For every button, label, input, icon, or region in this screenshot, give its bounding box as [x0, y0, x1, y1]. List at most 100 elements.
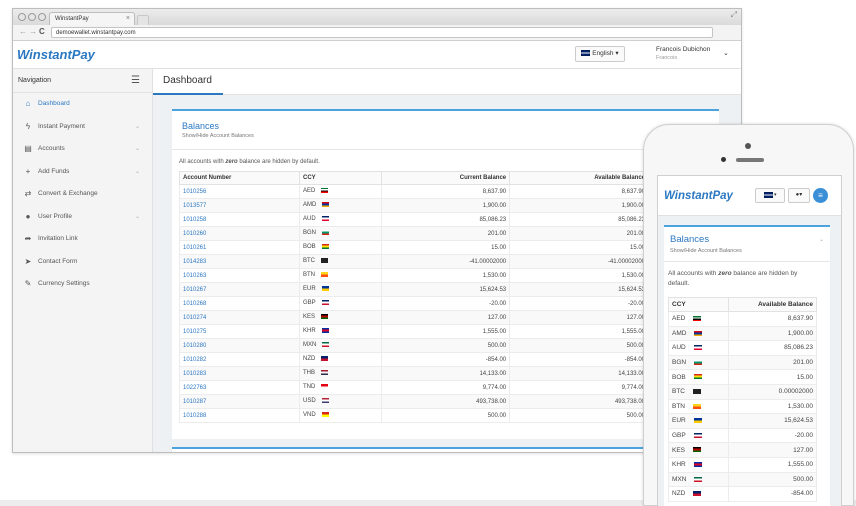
currency-flag-icon	[693, 447, 702, 453]
currency-code: KHR	[303, 328, 316, 335]
currency-flag-icon	[321, 328, 329, 334]
user-name[interactable]: Francois Dubichon	[656, 46, 710, 53]
winstantpay-logo[interactable]: WinstantPay	[17, 47, 95, 62]
account-number-link[interactable]: 1010263	[179, 268, 300, 283]
account-number-link[interactable]: 1010268	[179, 296, 300, 311]
column-header-current: Current Balance	[380, 171, 511, 185]
account-number-link[interactable]: 1010267	[179, 282, 300, 297]
mobile-balances-table: CCY Available Balance AED 8,637.90 AMD 1,90…	[668, 297, 817, 502]
account-number-link[interactable]: 1010274	[179, 310, 300, 325]
hamburger-icon[interactable]: ☰	[131, 69, 140, 93]
panel-divider	[172, 149, 719, 150]
fullscreen-icon[interactable]: ⤢	[731, 10, 737, 20]
zoom-window-button[interactable]	[38, 13, 46, 21]
forward-icon[interactable]: →	[29, 27, 39, 36]
sidebar-item-invitation-link[interactable]: ➦ Invitation Link	[13, 228, 152, 251]
column-header-available: Available Balance	[509, 171, 649, 185]
account-number-link[interactable]: 1010288	[179, 408, 300, 423]
available-balance: -854.00	[509, 352, 649, 367]
browser-tab[interactable]: WinstantPay ×	[49, 12, 135, 25]
user-menu-chevron-icon[interactable]: ⌄	[723, 49, 729, 57]
sidebar-item-add-funds[interactable]: + Add Funds ⌄	[13, 161, 152, 184]
sidebar-item-instant-payment[interactable]: ϟ Instant Payment ⌄	[13, 116, 152, 139]
tab-close-icon[interactable]: ×	[126, 13, 130, 25]
mobile-logo[interactable]: WinstantPay	[664, 190, 733, 202]
table-row: KHR 1,555.00	[668, 456, 817, 473]
account-number-link[interactable]: 1010275	[179, 324, 300, 339]
currency-cell: MXN	[299, 338, 382, 353]
currency-flag-icon	[321, 412, 329, 418]
currency-cell: KHR	[668, 456, 729, 473]
chevron-down-icon: ⌄	[134, 123, 140, 130]
currency-code: BGN	[303, 230, 317, 237]
currency-flag-icon	[693, 389, 701, 395]
title-underline	[153, 93, 223, 95]
sidebar-item-user-profile[interactable]: ● User Profile ⌄	[13, 206, 152, 229]
currency-code: KHR	[672, 461, 686, 469]
account-number-link[interactable]: 1010256	[179, 184, 300, 199]
currency-code: NZD	[672, 490, 686, 498]
minimize-window-button[interactable]	[28, 13, 36, 21]
mobile-menu-button[interactable]: ≡	[813, 188, 828, 203]
sidebar-item-contact-form[interactable]: ➤ Contact Form	[13, 251, 152, 274]
currency-cell: EUR	[668, 413, 729, 429]
browser-titlebar: WinstantPay × ⤢	[13, 9, 741, 25]
account-number-link[interactable]: 1014283	[179, 254, 300, 269]
mobile-panel-toggle-link[interactable]: Show/Hide Account Balances	[670, 248, 742, 254]
reload-icon[interactable]: C	[39, 27, 47, 36]
sidebar-item-dashboard[interactable]: ⌂ Dashboard	[13, 93, 152, 116]
table-row: AED 8,637.90	[668, 311, 817, 327]
currency-cell: BTC	[668, 383, 729, 400]
book-icon: ▤	[24, 144, 32, 153]
phone-camera	[721, 157, 726, 162]
sidebar-item-convert-exchange[interactable]: ⇄ Convert & Exchange	[13, 183, 152, 206]
currency-code: AMD	[672, 329, 687, 337]
current-balance: 9,774.00	[380, 380, 511, 395]
language-dropdown[interactable]: English ▾	[575, 46, 625, 62]
available-balance: 8,637.90	[509, 184, 649, 199]
back-icon[interactable]: ←	[19, 27, 29, 36]
sidebar-item-accounts[interactable]: ▤ Accounts ⌄	[13, 138, 152, 161]
sidebar: Navigation ☰ ⌂ Dashboard ϟ Instant Payment ⌄…	[13, 69, 153, 452]
currency-cell: THB	[299, 366, 382, 381]
currency-code: BTN	[672, 402, 685, 410]
note-prefix: All accounts with	[179, 159, 226, 165]
currency-flag-icon	[321, 300, 329, 306]
mobile-user-dropdown[interactable]: ●▾	[788, 188, 810, 203]
account-number-link[interactable]: 1013577	[179, 198, 300, 213]
account-number-link[interactable]: 1010258	[179, 212, 300, 227]
sidebar-item-label: Dashboard	[38, 100, 70, 107]
sidebar-item-currency-settings[interactable]: ✎ Currency Settings	[13, 273, 152, 296]
mobile-language-dropdown[interactable]: ▾	[755, 188, 785, 203]
currency-flag-icon	[693, 462, 702, 468]
table-row: 1010260 BGN 201.00 201.00	[179, 226, 649, 241]
language-label: English	[592, 50, 614, 57]
currency-flag-icon	[322, 230, 330, 236]
panel-toggle-link[interactable]: Show/Hide Account Balances	[182, 133, 254, 139]
account-number-link[interactable]: 1010282	[179, 352, 300, 367]
currency-cell: TND	[299, 380, 382, 395]
currency-code: KES	[672, 446, 686, 454]
currency-code: BTN	[303, 272, 315, 279]
browser-toolbar: ←→C demoewallet.winstantpay.com	[13, 25, 741, 41]
current-balance: 493,738.00	[380, 394, 511, 409]
current-balance: 500.00	[380, 338, 511, 353]
account-number-link[interactable]: 1022763	[179, 380, 300, 395]
close-window-button[interactable]	[18, 13, 26, 21]
account-number-link[interactable]: 1010280	[179, 338, 300, 353]
available-balance: 127.00	[728, 442, 817, 458]
uk-flag-icon	[581, 50, 591, 57]
account-number-link[interactable]: 1010261	[179, 240, 300, 255]
currency-code: BTC	[672, 388, 685, 396]
account-number-link[interactable]: 1010287	[179, 394, 300, 409]
balances-table: Account Number CCY Current Balance Avail…	[179, 171, 649, 423]
new-tab-button[interactable]	[137, 15, 149, 25]
address-bar[interactable]: demoewallet.winstantpay.com	[51, 27, 713, 38]
chevron-down-icon[interactable]: ⌄	[819, 236, 824, 243]
sidebar-heading-label: Navigation	[18, 77, 52, 84]
available-balance: 500.00	[509, 408, 649, 423]
account-number-link[interactable]: 1010260	[179, 226, 300, 241]
account-number-link[interactable]: 1010283	[179, 366, 300, 381]
home-icon: ⌂	[25, 99, 31, 108]
table-row: 1010256 AED 8,637.90 8,637.90	[179, 184, 649, 199]
